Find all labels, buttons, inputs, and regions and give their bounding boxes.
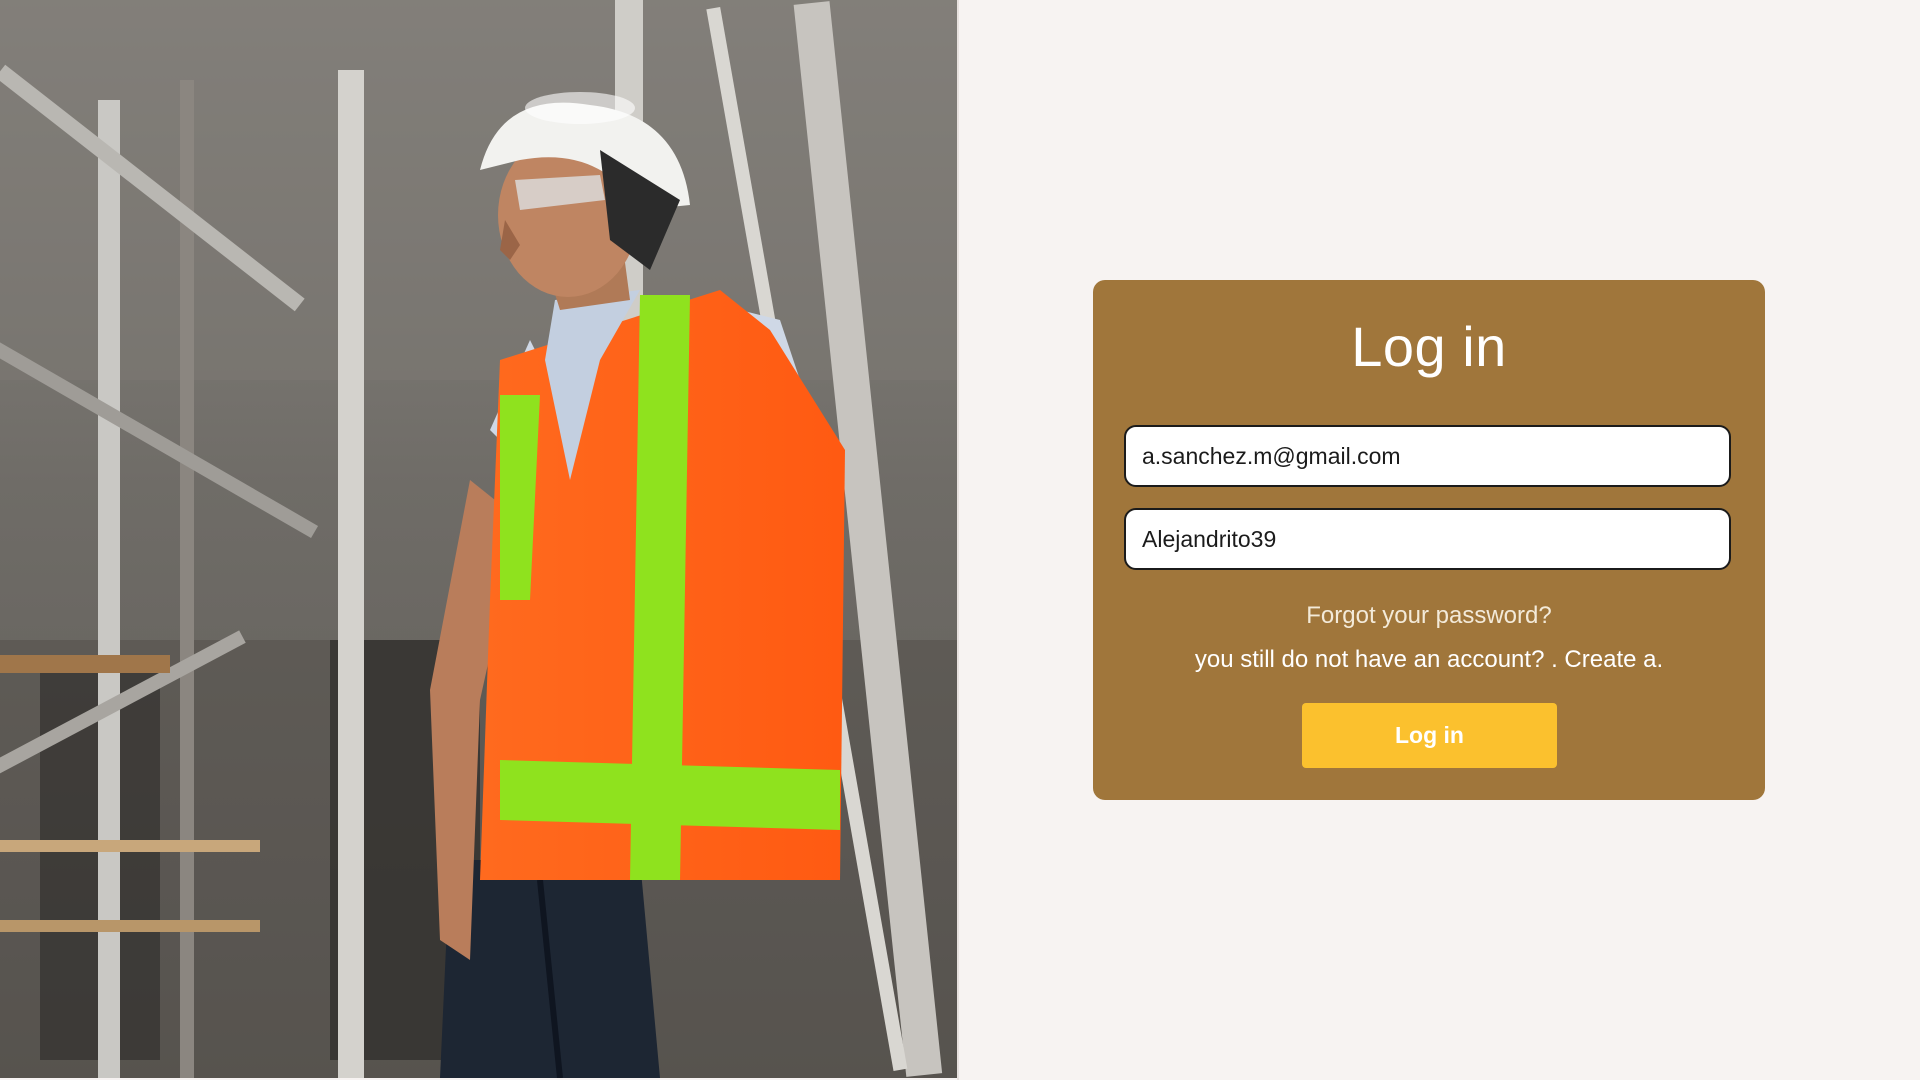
login-button[interactable]: Log in <box>1302 703 1557 768</box>
login-title: Log in <box>1351 315 1507 378</box>
create-account-link[interactable]: Create a. <box>1564 646 1663 673</box>
signup-prompt-text: you still do not have an account? . <box>1194 646 1558 673</box>
email-field[interactable] <box>1124 425 1731 487</box>
login-page: Log in Forgot your password? you still d… <box>0 0 1920 1080</box>
construction-worker-photo-icon <box>0 0 957 1078</box>
login-card: Log in Forgot your password? you still d… <box>1093 280 1765 800</box>
hero-photo <box>0 0 957 1078</box>
forgot-password-link[interactable]: Forgot your password? <box>1093 602 1765 630</box>
section-divider <box>957 0 959 1080</box>
password-field[interactable] <box>1124 508 1731 570</box>
signup-prompt: you still do not have an account? . Crea… <box>1093 646 1765 674</box>
